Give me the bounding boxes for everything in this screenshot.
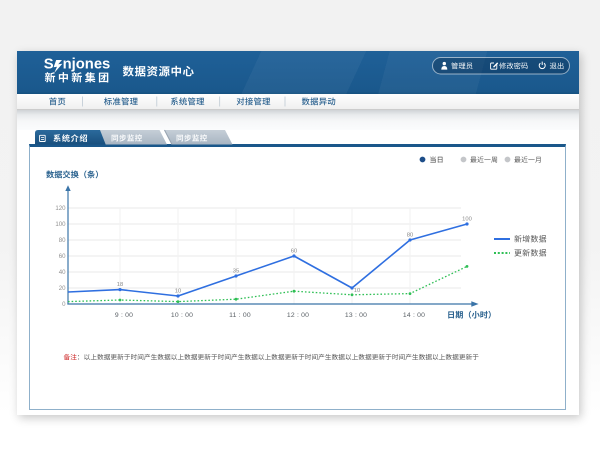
svg-text:10 : 00: 10 : 00	[171, 312, 193, 319]
svg-text:20: 20	[59, 285, 66, 292]
svg-text:80: 80	[59, 237, 66, 244]
svg-text:60: 60	[291, 249, 297, 255]
svg-text:10: 10	[354, 288, 360, 294]
svg-text:100: 100	[55, 221, 66, 228]
svg-text:S: S	[44, 57, 54, 73]
svg-text:60: 60	[59, 253, 66, 260]
svg-text:35: 35	[233, 269, 239, 275]
svg-text:120: 120	[55, 205, 66, 212]
svg-text:10: 10	[175, 289, 181, 295]
svg-text:njones: njones	[63, 57, 111, 73]
svg-text:80: 80	[407, 233, 413, 239]
svg-text:18: 18	[117, 282, 123, 288]
svg-text:14 : 00: 14 : 00	[403, 312, 425, 319]
svg-text:11 : 00: 11 : 00	[229, 312, 251, 319]
svg-text:100: 100	[462, 217, 472, 223]
svg-text:13 : 00: 13 : 00	[345, 312, 367, 319]
svg-text:0: 0	[62, 301, 66, 308]
svg-text:40: 40	[59, 269, 66, 276]
svg-text:12 : 00: 12 : 00	[287, 312, 309, 319]
svg-text:9 : 00: 9 : 00	[115, 312, 133, 319]
